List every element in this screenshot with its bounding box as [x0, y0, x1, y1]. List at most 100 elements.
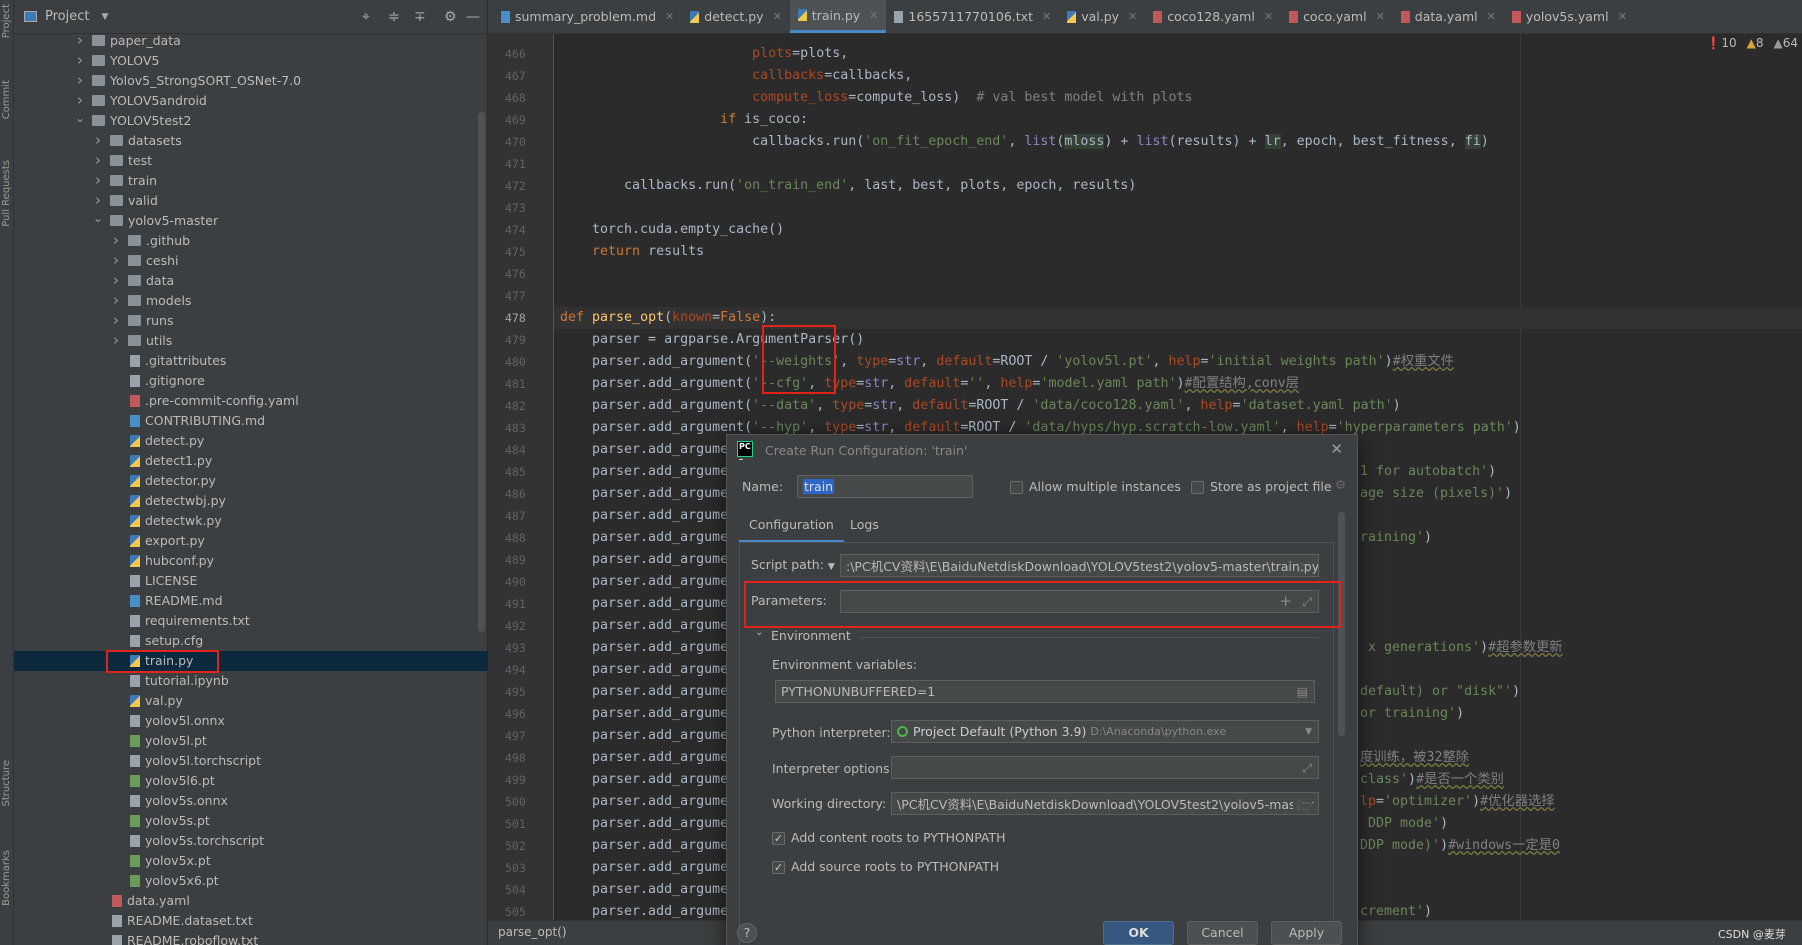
source-roots-checkbox[interactable]: ✓ [772, 861, 785, 874]
close-tab-icon[interactable]: ✕ [1264, 10, 1273, 23]
tree-file[interactable]: .gitattributes [14, 351, 488, 371]
chevron-down-icon[interactable]: ▼ [1305, 727, 1312, 737]
close-tab-icon[interactable]: ✕ [1487, 10, 1496, 23]
store-project-file-checkbox[interactable] [1191, 481, 1204, 494]
content-roots-checkbox[interactable]: ✓ [772, 832, 785, 845]
ok-button[interactable]: OK [1103, 921, 1174, 945]
tree-folder[interactable]: › utils [14, 331, 488, 351]
chevron-right-icon[interactable]: › [77, 51, 87, 69]
working-directory-input[interactable]: \PC机CV资料\E\BaiduNetdiskDownload\YOLOV5te… [891, 792, 1319, 815]
gear-icon[interactable]: ⚙ [444, 9, 457, 25]
tab-coco128-yaml[interactable]: coco128.yaml ✕ [1145, 0, 1281, 33]
script-path-label[interactable]: Script path: ▼ [751, 557, 835, 572]
chevron-right-icon[interactable]: › [113, 331, 123, 349]
tree-file[interactable]: yolov5s.torchscript [14, 831, 488, 851]
close-tab-icon[interactable]: ✕ [1618, 10, 1627, 23]
tree-folder[interactable]: › YOLOV5 [14, 51, 488, 71]
help-button[interactable]: ? [737, 923, 757, 943]
tree-file[interactable]: train.py [14, 651, 488, 671]
chevron-right-icon[interactable]: › [77, 71, 87, 89]
tree-folder[interactable]: › .github [14, 231, 488, 251]
tree-file[interactable]: README.dataset.txt [14, 911, 488, 931]
tab-configuration[interactable]: Configuration [739, 517, 844, 543]
tree-file[interactable]: yolov5s.onnx [14, 791, 488, 811]
chevron-right-icon[interactable]: › [95, 191, 105, 209]
tree-file[interactable]: tutorial.ipynb [14, 671, 488, 691]
chevron-down-icon[interactable]: ⌄ [75, 111, 85, 125]
cancel-button[interactable]: Cancel [1187, 921, 1258, 945]
close-tab-icon[interactable]: ✕ [869, 9, 878, 22]
tool-window-commit[interactable]: Commit [1, 80, 12, 119]
chevron-right-icon[interactable]: › [113, 271, 123, 289]
parameters-input[interactable]: + ⤢ [840, 590, 1319, 613]
tree-folder[interactable]: › test [14, 151, 488, 171]
tree-folder[interactable]: › models [14, 291, 488, 311]
folder-icon[interactable]: 🗁 [1293, 797, 1312, 814]
chevron-right-icon[interactable]: › [95, 131, 105, 149]
close-icon[interactable]: ✕ [1330, 440, 1343, 458]
gear-icon[interactable]: ⚙ [1335, 477, 1346, 492]
plus-icon[interactable]: + [1279, 592, 1292, 610]
chevron-down-icon[interactable]: ⌄ [93, 211, 103, 225]
tab-train-py[interactable]: train.py ✕ [789, 0, 887, 33]
chevron-right-icon[interactable]: › [113, 311, 123, 329]
tree-folder[interactable]: › paper_data [14, 31, 488, 51]
expand-all-icon[interactable]: ≑ [388, 9, 400, 25]
tree-folder[interactable]: › datasets [14, 131, 488, 151]
tree-file[interactable]: val.py [14, 691, 488, 711]
tree-file[interactable]: yolov5x6.pt [14, 871, 488, 891]
project-view-selector[interactable]: Project [45, 9, 89, 24]
tree-folder[interactable]: ⌄ yolov5-master [14, 211, 488, 231]
close-tab-icon[interactable]: ✕ [773, 10, 782, 23]
tree-file[interactable]: yolov5l6.pt [14, 771, 488, 791]
tab-logs[interactable]: Logs [850, 517, 879, 532]
tree-file[interactable]: yolov5l.torchscript [14, 751, 488, 771]
tree-folder[interactable]: › runs [14, 311, 488, 331]
tool-window-bookmarks[interactable]: Bookmarks [1, 850, 12, 906]
folder-icon[interactable]: 🗁 [1297, 559, 1312, 576]
locate-icon[interactable]: ⌖ [362, 9, 370, 25]
tree-folder[interactable]: › data [14, 271, 488, 291]
breadcrumb[interactable]: parse_opt() [498, 925, 567, 939]
tab-val-py[interactable]: val.py ✕ [1059, 0, 1145, 33]
tree-file[interactable]: yolov5s.pt [14, 811, 488, 831]
script-path-input[interactable]: :\PC机CV资料\E\BaiduNetdiskDownload\YOLOV5t… [840, 554, 1319, 577]
tool-window-structure[interactable]: Structure [1, 760, 12, 807]
chevron-right-icon[interactable]: › [77, 91, 87, 109]
tree-file[interactable]: .pre-commit-config.yaml [14, 391, 488, 411]
chevron-right-icon[interactable]: › [113, 231, 123, 249]
tool-window-project[interactable]: Project [1, 4, 12, 38]
tree-file[interactable]: detectwbj.py [14, 491, 488, 511]
collapse-all-icon[interactable]: ∓ [414, 9, 426, 25]
tab-detect-py[interactable]: detect.py ✕ [682, 0, 790, 33]
allow-multiple-checkbox[interactable] [1010, 481, 1023, 494]
chevron-down-icon[interactable]: ▼ [101, 12, 108, 22]
tree-file[interactable]: detect.py [14, 431, 488, 451]
tree-file[interactable]: data.yaml [14, 891, 488, 911]
tree-folder[interactable]: ⌄ YOLOV5test2 [14, 111, 488, 131]
tree-file[interactable]: hubconf.py [14, 551, 488, 571]
tree-file[interactable]: README.roboflow.txt [14, 931, 488, 945]
interpreter-select[interactable]: Project Default (Python 3.9) D:\Anaconda… [891, 720, 1319, 743]
name-input[interactable]: train [797, 475, 973, 498]
chevron-right-icon[interactable]: › [113, 291, 123, 309]
tab-1655711770106-txt[interactable]: 1655711770106.txt ✕ [886, 0, 1059, 33]
close-tab-icon[interactable]: ✕ [1042, 10, 1051, 23]
tree-file[interactable]: setup.cfg [14, 631, 488, 651]
tree-folder[interactable]: › ceshi [14, 251, 488, 271]
tree-file[interactable]: yolov5l.onnx [14, 711, 488, 731]
chevron-down-icon[interactable]: ⌄ [755, 627, 763, 638]
tab-data-yaml[interactable]: data.yaml ✕ [1393, 0, 1504, 33]
env-vars-input[interactable]: PYTHONUNBUFFERED=1 ▤ [775, 680, 1315, 703]
tree-file[interactable]: .gitignore [14, 371, 488, 391]
interpreter-options-input[interactable]: ⤢ [891, 756, 1319, 779]
tool-window-pull-requests[interactable]: Pull Requests [1, 160, 12, 227]
tree-file[interactable]: requirements.txt [14, 611, 488, 631]
close-tab-icon[interactable]: ✕ [1376, 10, 1385, 23]
chevron-right-icon[interactable]: › [77, 31, 87, 49]
tree-file[interactable]: README.md [14, 591, 488, 611]
tab-coco-yaml[interactable]: coco.yaml ✕ [1281, 0, 1393, 33]
tree-file[interactable]: detector.py [14, 471, 488, 491]
environment-section[interactable]: Environment [771, 628, 851, 643]
close-tab-icon[interactable]: ✕ [665, 10, 674, 23]
